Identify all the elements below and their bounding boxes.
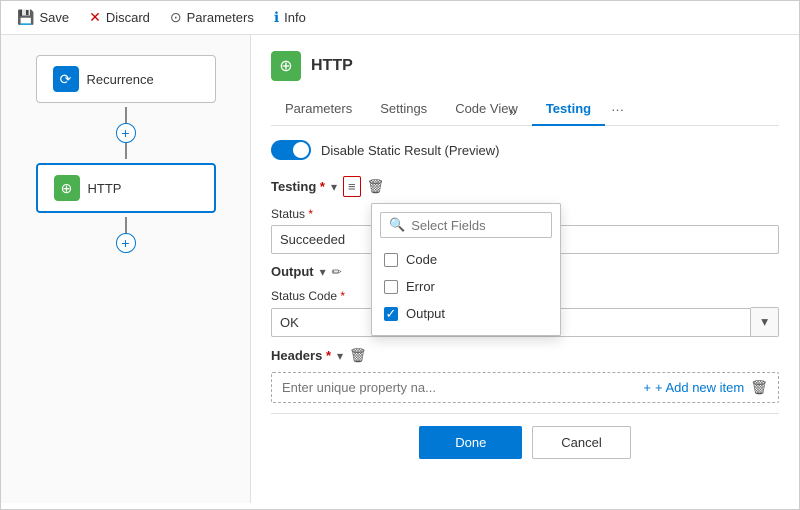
headers-label: Headers * — [271, 348, 331, 363]
tab-parameters[interactable]: Parameters — [271, 93, 366, 126]
testing-section-row: Testing * ▾ ≡ 🗑 — [271, 176, 779, 197]
parameters-button[interactable]: ⊙ Parameters — [170, 9, 254, 26]
code-label: Code — [406, 252, 437, 267]
headers-section-row: Headers * ▾ 🗑 — [271, 347, 779, 364]
bottom-buttons: Done Cancel — [271, 413, 779, 471]
popup-search-row: 🔍 — [380, 212, 552, 238]
connector-2: + — [116, 217, 136, 253]
toolbar: 💾 Save ✕ Discard ⊙ Parameters ℹ Info — [1, 1, 799, 35]
parameters-icon: ⊙ — [170, 9, 182, 26]
output-label: Output — [406, 306, 445, 321]
testing-label: Testing * — [271, 179, 325, 194]
connector-line — [125, 107, 127, 123]
error-label: Error — [406, 279, 435, 294]
tab-more-button[interactable]: ··· — [605, 94, 630, 125]
field-select-popup: 🔍 Code Error ✓ Output — [371, 203, 561, 336]
popup-item-code[interactable]: Code — [372, 246, 560, 273]
popup-item-output[interactable]: ✓ Output — [372, 300, 560, 327]
tab-code-view[interactable]: Code View — [441, 93, 532, 126]
output-label: Output — [271, 264, 314, 279]
add-item-button[interactable]: + + Add new item — [643, 380, 744, 395]
disable-static-result-toggle[interactable] — [271, 140, 311, 160]
save-icon: 💾 — [17, 9, 34, 26]
main-layout: ⟳ Recurrence + ⊕ HTTP + » ⊕ HTTP Paramet… — [1, 35, 799, 503]
left-panel: ⟳ Recurrence + ⊕ HTTP + — [1, 35, 251, 503]
headers-chevron-button[interactable]: ▾ — [337, 349, 343, 363]
right-panel: » ⊕ HTTP Parameters Settings Code View T… — [251, 35, 799, 503]
tabs-row: Parameters Settings Code View Testing ··… — [271, 93, 779, 126]
info-icon: ℹ — [274, 9, 279, 26]
done-button[interactable]: Done — [419, 426, 522, 459]
plus-icon: + — [643, 380, 651, 395]
panel-title: HTTP — [311, 57, 353, 75]
connector-1: + — [116, 107, 136, 159]
output-edit-button[interactable]: ✏ — [332, 265, 342, 279]
connector-line-2 — [125, 143, 127, 159]
output-chevron-button[interactable]: ▾ — [320, 265, 326, 279]
save-button[interactable]: 💾 Save — [17, 9, 69, 26]
http-node[interactable]: ⊕ HTTP — [36, 163, 216, 213]
add-step-button-1[interactable]: + — [116, 123, 136, 143]
panel-http-icon: ⊕ — [271, 51, 301, 81]
popup-search-icon: 🔍 — [389, 217, 405, 233]
recurrence-icon: ⟳ — [53, 66, 79, 92]
headers-delete-icon-button[interactable]: 🗑 — [750, 379, 768, 396]
headers-property-input[interactable] — [282, 380, 637, 395]
code-checkbox[interactable] — [384, 253, 398, 267]
status-code-dropdown-btn[interactable]: ▾ — [751, 307, 779, 337]
output-checkbox[interactable]: ✓ — [384, 307, 398, 321]
connector-line-3 — [125, 217, 127, 233]
discard-icon: ✕ — [89, 9, 101, 26]
popup-search-input[interactable] — [411, 218, 543, 233]
tab-settings[interactable]: Settings — [366, 93, 441, 126]
headers-delete-button[interactable]: 🗑 — [349, 347, 367, 364]
http-icon: ⊕ — [54, 175, 80, 201]
info-button[interactable]: ℹ Info — [274, 9, 306, 26]
tab-testing[interactable]: Testing — [532, 93, 605, 126]
error-checkbox[interactable] — [384, 280, 398, 294]
cancel-button[interactable]: Cancel — [532, 426, 630, 459]
add-step-button-2[interactable]: + — [116, 233, 136, 253]
popup-item-error[interactable]: Error — [372, 273, 560, 300]
testing-delete-button[interactable]: 🗑 — [367, 178, 385, 195]
expand-arrows-button[interactable]: » — [509, 103, 517, 119]
toggle-row: Disable Static Result (Preview) — [271, 140, 779, 160]
headers-input-row: + + Add new item 🗑 — [271, 372, 779, 403]
toggle-label: Disable Static Result (Preview) — [321, 143, 499, 158]
discard-button[interactable]: ✕ Discard — [89, 9, 150, 26]
select-fields-button[interactable]: ≡ — [343, 176, 361, 197]
testing-chevron-button[interactable]: ▾ — [331, 180, 337, 194]
panel-header: ⊕ HTTP — [271, 51, 779, 81]
recurrence-node[interactable]: ⟳ Recurrence — [36, 55, 216, 103]
